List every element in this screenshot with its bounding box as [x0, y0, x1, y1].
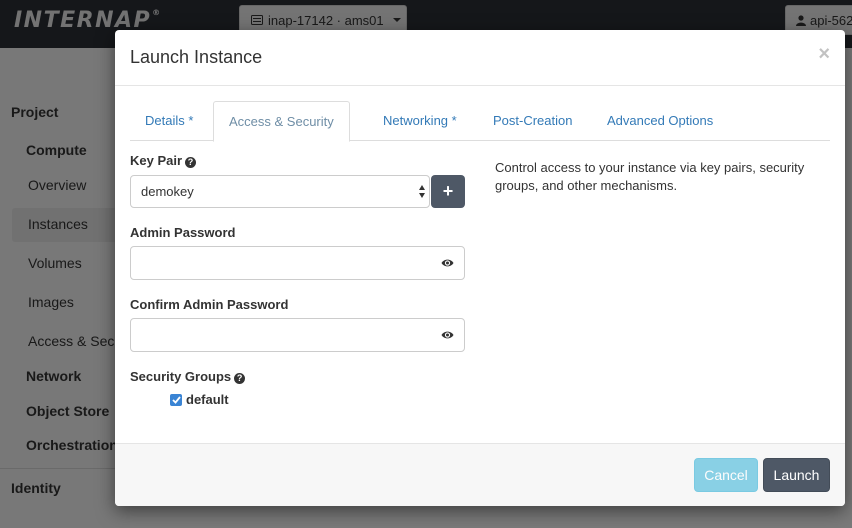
- admin-password-field[interactable]: [130, 246, 465, 280]
- checkmark-icon: [171, 395, 181, 404]
- modal-header: Launch Instance ×: [115, 30, 845, 86]
- key-pair-label-text: Key Pair: [130, 153, 183, 168]
- eye-icon[interactable]: [441, 258, 454, 268]
- cancel-button[interactable]: Cancel: [694, 458, 758, 492]
- tab-post-creation[interactable]: Post-Creation: [478, 101, 587, 141]
- modal-title: Launch Instance: [130, 47, 263, 67]
- modal-footer: Cancel Launch: [115, 443, 845, 506]
- security-groups-label: Security Groups?: [130, 369, 246, 384]
- add-key-pair-button[interactable]: +: [431, 175, 465, 208]
- help-text: Control access to your instance via key …: [495, 160, 805, 193]
- help-icon[interactable]: ?: [185, 157, 197, 168]
- launch-button[interactable]: Launch: [763, 458, 830, 492]
- confirm-password-field[interactable]: [130, 318, 465, 352]
- tab-networking[interactable]: Networking *: [368, 101, 472, 141]
- tab-access-security[interactable]: Access & Security: [213, 101, 350, 142]
- eye-icon[interactable]: [441, 330, 454, 340]
- admin-password-label: Admin Password: [130, 225, 236, 240]
- security-group-option-label: default: [186, 392, 229, 407]
- key-pair-select[interactable]: demokey: [130, 175, 430, 208]
- security-group-checkbox[interactable]: [170, 393, 182, 406]
- select-arrows-icon: [419, 185, 425, 198]
- security-group-option[interactable]: default: [170, 392, 229, 407]
- help-icon[interactable]: ?: [234, 373, 246, 384]
- tab-advanced-options[interactable]: Advanced Options: [592, 101, 728, 141]
- close-button[interactable]: ×: [818, 43, 830, 66]
- security-groups-label-text: Security Groups: [130, 369, 232, 384]
- launch-instance-modal: Launch Instance × Details * Access & Sec…: [115, 30, 845, 506]
- tab-details[interactable]: Details *: [130, 101, 208, 141]
- modal-tabs: Details * Access & Security Networking *…: [130, 101, 830, 142]
- confirm-password-label: Confirm Admin Password: [130, 297, 289, 312]
- key-pair-select-value: demokey: [141, 184, 194, 199]
- key-pair-label: Key Pair?: [130, 153, 197, 168]
